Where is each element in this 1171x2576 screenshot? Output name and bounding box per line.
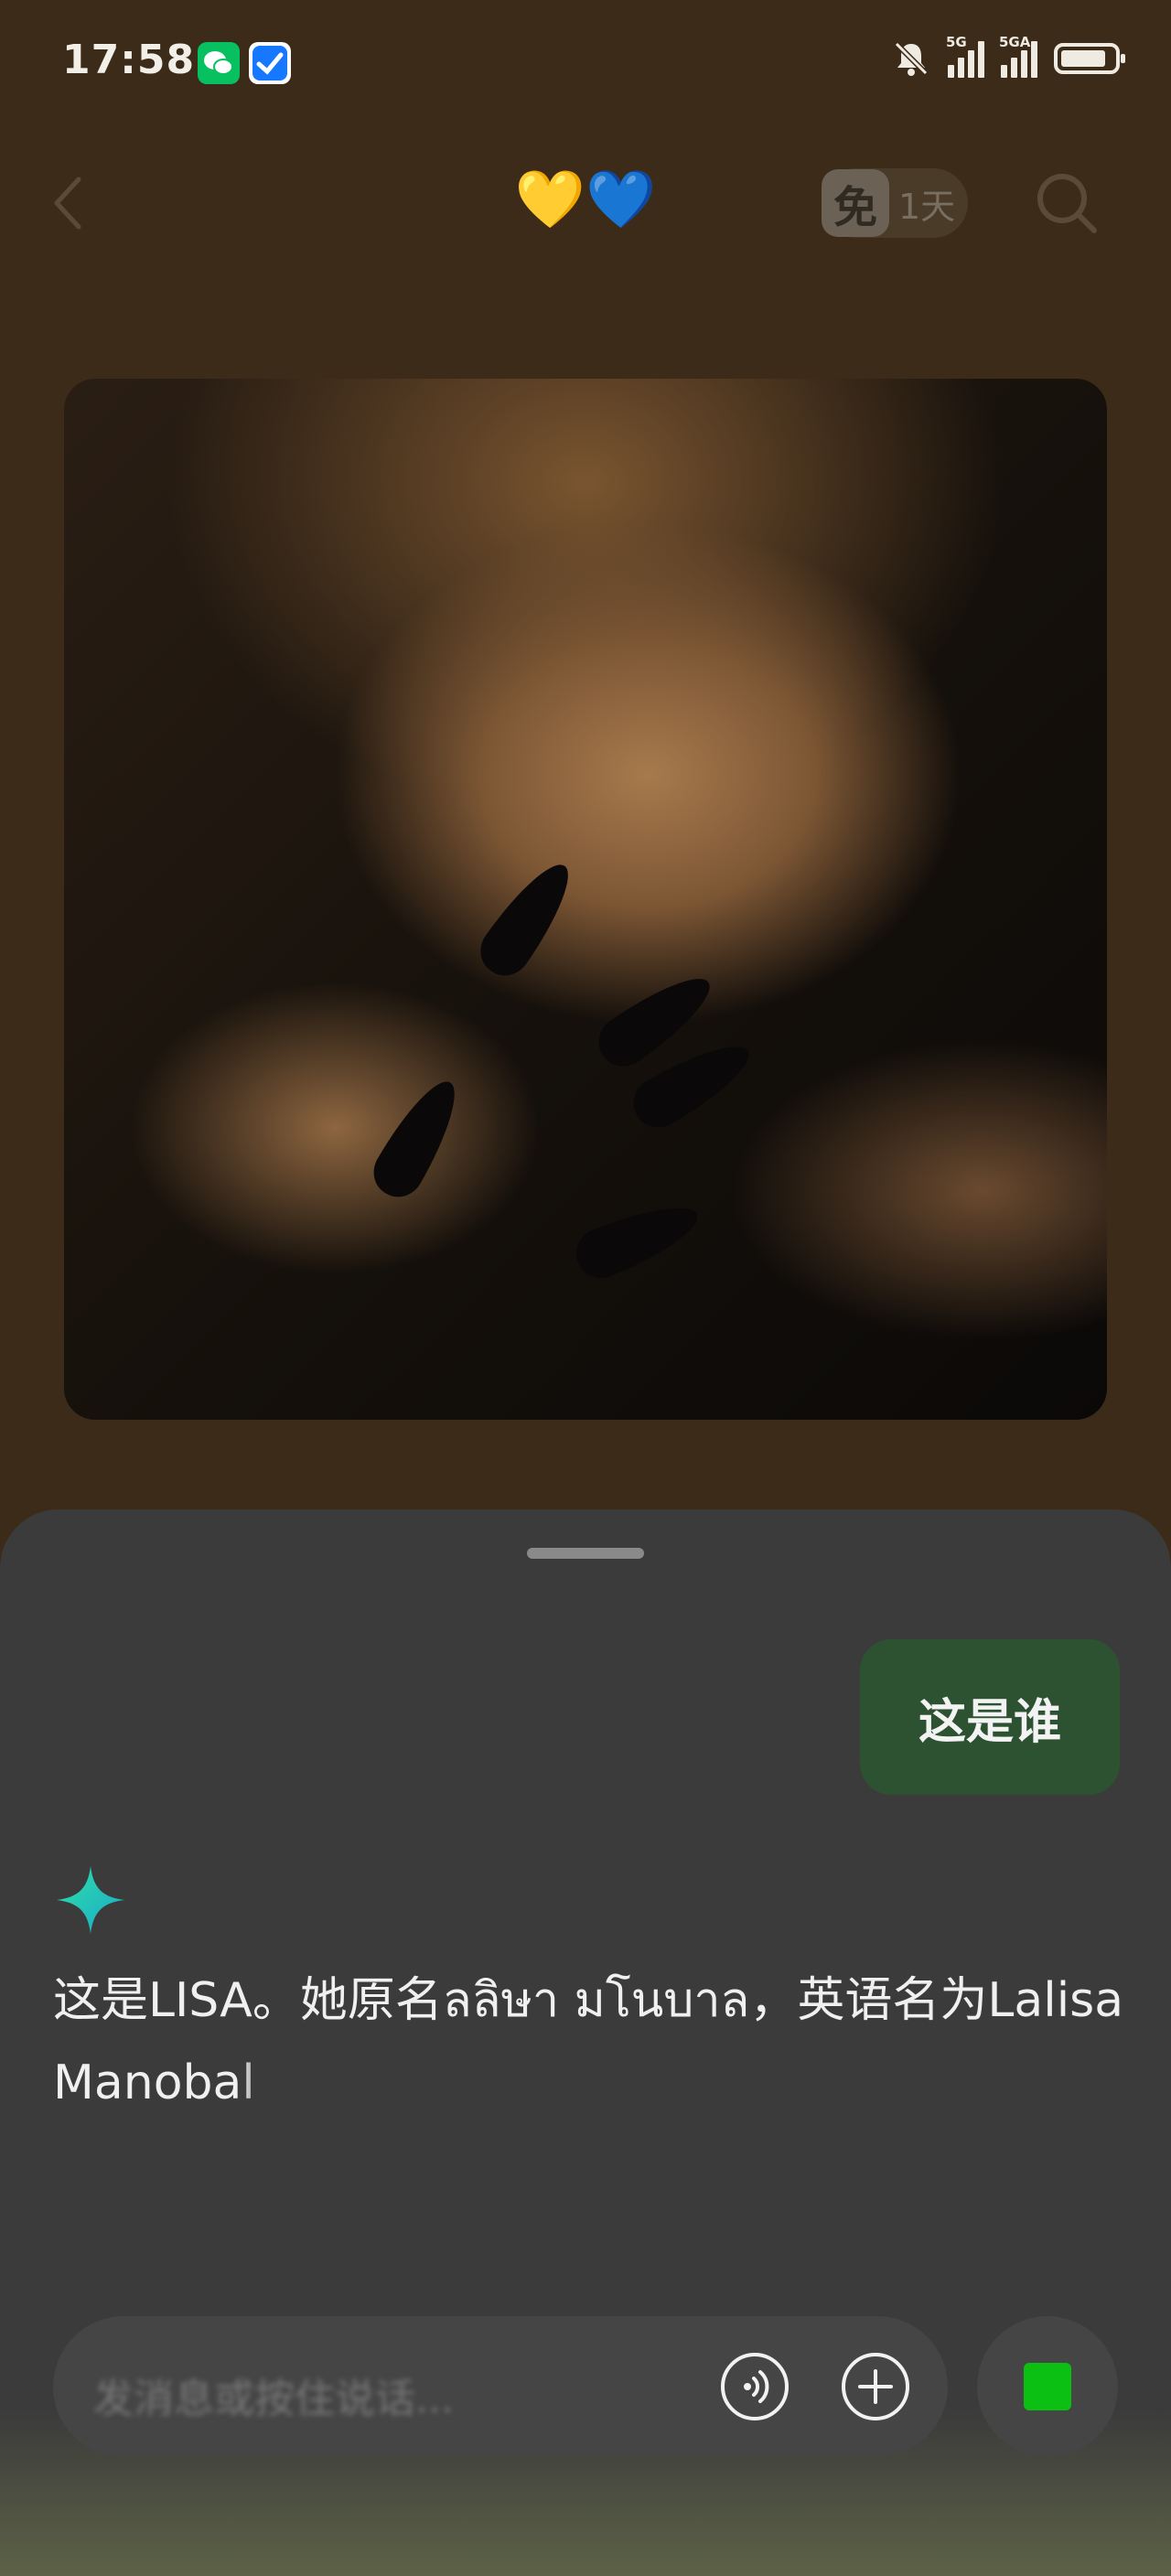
- alipay-icon: [249, 42, 291, 84]
- plus-icon: [842, 2353, 909, 2420]
- conversation-title: 💛💙: [514, 166, 657, 232]
- search-icon: [1037, 174, 1097, 233]
- status-time: 17:58: [62, 37, 196, 83]
- voice-call-button[interactable]: [719, 2351, 790, 2422]
- add-attachment-button[interactable]: [840, 2351, 911, 2422]
- photo-detail: [364, 1069, 472, 1207]
- message-input-placeholder[interactable]: 发消息或按住说话...: [93, 2366, 454, 2424]
- photo-detail: [568, 1191, 707, 1286]
- ai-response-text: 这是LISA。她原名ลลิษา มโนบาล，英语名为Lalisa Manoba: [53, 1973, 1124, 2110]
- stop-generation-button[interactable]: [977, 2316, 1118, 2457]
- portrait-photo[interactable]: [64, 379, 1107, 1420]
- ai-response: 这是LISA。她原名ลลิษา มโนบาล，英语名为Lalisa Manoba…: [53, 1959, 1133, 2124]
- free-trial-badge[interactable]: 免 1天: [822, 168, 968, 238]
- voice-call-icon: [721, 2353, 789, 2420]
- status-indicators: 5G 5GA: [891, 34, 1125, 79]
- message-input-bar[interactable]: 发消息或按住说话...: [53, 2316, 948, 2457]
- mute-bell-icon: [894, 41, 929, 76]
- user-message-text: 这是谁: [918, 1694, 1061, 1750]
- wechat-icon: [198, 42, 240, 84]
- sparkle-icon: [57, 1866, 124, 1934]
- network-label-1: 5G: [946, 34, 967, 50]
- signal-icon: 5GA: [999, 34, 1037, 78]
- signal-icon: 5G: [946, 34, 984, 78]
- stop-icon: [1024, 2363, 1071, 2410]
- status-bar: 17:58 5G 5GA: [0, 0, 1171, 128]
- ai-response-streaming: l: [242, 2055, 255, 2110]
- free-label: 免: [822, 169, 889, 237]
- network-label-2: 5GA: [999, 34, 1031, 50]
- user-message-bubble: 这是谁: [860, 1639, 1120, 1795]
- search-button[interactable]: [1030, 166, 1103, 240]
- battery-icon: [1054, 43, 1125, 74]
- top-nav: 💛💙 免 1天: [0, 137, 1171, 265]
- drag-handle[interactable]: [527, 1548, 644, 1559]
- free-days-label: 1天: [898, 186, 956, 227]
- photo-detail: [470, 852, 586, 985]
- chat-sheet: 这是谁 这是LISA。她原名ลลิษา มโนบาล，英语名为Lalisa Ma…: [0, 1509, 1171, 2576]
